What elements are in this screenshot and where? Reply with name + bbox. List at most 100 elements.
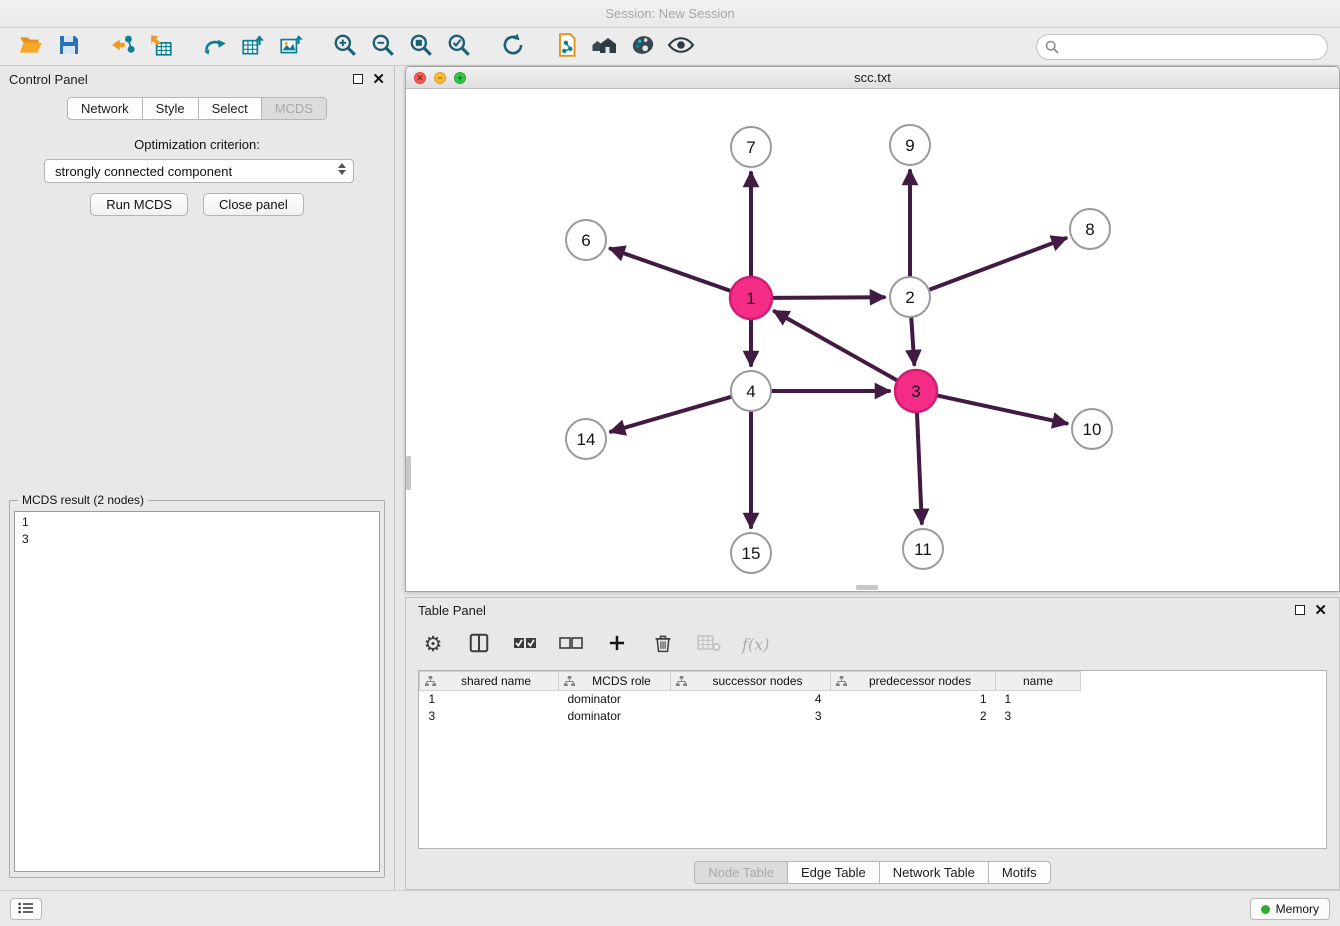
export-table-button[interactable] <box>234 31 272 63</box>
table-cell[interactable]: dominator <box>559 691 671 708</box>
column-header-predecessor-nodes[interactable]: predecessor nodes <box>831 672 996 691</box>
table-cell[interactable]: 2 <box>831 708 996 725</box>
network-canvas[interactable]: 7 9 6 8 1 2 4 3 14 10 15 11 <box>406 89 1339 591</box>
mcds-result-line: 3 <box>22 531 372 548</box>
graph-edge-4-14[interactable] <box>611 397 731 432</box>
close-window-icon[interactable]: ✕ <box>414 72 426 84</box>
svg-text:15: 15 <box>742 544 761 563</box>
svg-text:8: 8 <box>1085 220 1094 239</box>
home-button[interactable] <box>586 31 624 63</box>
graph-node-7[interactable]: 7 <box>731 127 771 167</box>
minimize-window-icon[interactable]: − <box>434 72 446 84</box>
tab-network[interactable]: Network <box>67 97 143 120</box>
import-table-icon <box>148 32 174 61</box>
graph-edge-1-2[interactable] <box>773 297 884 298</box>
horizontal-scrollbar-thumb[interactable] <box>856 585 878 590</box>
refresh-button[interactable] <box>494 31 532 63</box>
close-panel-button[interactable]: Close panel <box>203 193 304 216</box>
tab-style[interactable]: Style <box>143 97 199 120</box>
apply-style-button[interactable] <box>624 31 662 63</box>
graph-edge-1-6[interactable] <box>611 249 731 291</box>
table-cell[interactable]: 3 <box>420 708 559 725</box>
application-window: Session: New Session <box>0 0 1340 926</box>
open-session-button[interactable] <box>12 31 50 63</box>
float-table-panel-icon[interactable] <box>1295 605 1305 615</box>
tab-select[interactable]: Select <box>199 97 262 120</box>
graph-node-4[interactable]: 4 <box>731 371 771 411</box>
graph-node-3[interactable]: 3 <box>895 370 937 412</box>
vertical-scrollbar-thumb[interactable] <box>406 456 411 490</box>
table-cell[interactable]: 1 <box>420 691 559 708</box>
optimization-criterion-label: Optimization criterion: <box>0 137 394 152</box>
table-settings-button[interactable]: ⚙ <box>420 631 446 657</box>
table-cell[interactable]: 4 <box>671 691 831 708</box>
table-row[interactable]: 3dominator323 <box>420 708 1327 725</box>
criterion-dropdown[interactable]: strongly connected component <box>44 159 354 183</box>
toolbar-separator <box>88 46 104 47</box>
mcds-result-group: MCDS result (2 nodes) 13 <box>9 500 385 878</box>
control-panel-header: Control Panel ✕ <box>0 66 394 92</box>
network-view-button[interactable] <box>196 31 234 63</box>
table-row[interactable]: 1dominator411 <box>420 691 1327 708</box>
network-document-button[interactable] <box>548 31 586 63</box>
table-cell[interactable]: dominator <box>559 708 671 725</box>
network-graph[interactable]: 7 9 6 8 1 2 4 3 14 10 15 11 <box>406 89 1339 591</box>
tab-node-table[interactable]: Node Table <box>694 861 788 884</box>
graph-node-15[interactable]: 15 <box>731 533 771 573</box>
close-panel-icon[interactable]: ✕ <box>372 72 385 87</box>
column-header-mcds-role[interactable]: MCDS role <box>559 672 671 691</box>
graph-edge-3-11[interactable] <box>917 413 922 523</box>
export-image-button[interactable] <box>272 31 310 63</box>
table-delete-icon <box>697 633 721 656</box>
table-panel-header: Table Panel ✕ <box>406 598 1339 622</box>
delete-column-button[interactable] <box>650 631 676 657</box>
column-header-successor-nodes[interactable]: successor nodes <box>671 672 831 691</box>
show-panel-list-button[interactable] <box>10 898 42 920</box>
graph-edge-2-3[interactable] <box>911 318 914 364</box>
graph-edge-3-10[interactable] <box>938 396 1067 424</box>
zoom-window-icon[interactable]: + <box>454 72 466 84</box>
close-table-panel-icon[interactable]: ✕ <box>1314 603 1327 618</box>
graph-node-11[interactable]: 11 <box>903 529 943 569</box>
table-cell[interactable]: 1 <box>996 691 1081 708</box>
column-header-shared-name[interactable]: shared name <box>420 672 559 691</box>
search-input[interactable] <box>1036 34 1328 60</box>
tab-motifs[interactable]: Motifs <box>989 861 1051 884</box>
show-columns-button[interactable] <box>466 631 492 657</box>
function-builder-button: f(x) <box>742 631 769 657</box>
criterion-dropdown-value: strongly connected component <box>55 164 232 179</box>
tab-mcds[interactable]: MCDS <box>262 97 327 120</box>
float-panel-icon[interactable] <box>353 74 363 84</box>
table-export-icon <box>240 32 266 61</box>
zoom-fit-button[interactable] <box>402 31 440 63</box>
zoom-selected-button[interactable] <box>440 31 478 63</box>
graph-node-8[interactable]: 8 <box>1070 209 1110 249</box>
import-table-button[interactable] <box>142 31 180 63</box>
show-graphics-button[interactable] <box>662 31 700 63</box>
graph-node-14[interactable]: 14 <box>566 419 606 459</box>
deselect-all-columns-button[interactable] <box>558 631 584 657</box>
run-mcds-button[interactable]: Run MCDS <box>90 193 188 216</box>
import-network-button[interactable] <box>104 31 142 63</box>
graph-node-9[interactable]: 9 <box>890 125 930 165</box>
table-cell[interactable]: 3 <box>671 708 831 725</box>
column-header-name[interactable]: name <box>996 672 1081 691</box>
mcds-result-list[interactable]: 13 <box>14 511 380 872</box>
table-cell[interactable]: 3 <box>996 708 1081 725</box>
zoom-out-button[interactable] <box>364 31 402 63</box>
table-cell[interactable]: 1 <box>831 691 996 708</box>
graph-node-1[interactable]: 1 <box>730 277 772 319</box>
select-all-columns-button[interactable] <box>512 631 538 657</box>
zoom-in-button[interactable] <box>326 31 364 63</box>
graph-node-10[interactable]: 10 <box>1072 409 1112 449</box>
tab-network-table[interactable]: Network Table <box>880 861 989 884</box>
save-session-button[interactable] <box>50 31 88 63</box>
graph-edge-3-1[interactable] <box>775 311 897 380</box>
graph-node-6[interactable]: 6 <box>566 220 606 260</box>
add-column-button[interactable] <box>604 631 630 657</box>
graph-edge-2-8[interactable] <box>930 238 1066 289</box>
graph-node-2[interactable]: 2 <box>890 277 930 317</box>
tab-edge-table[interactable]: Edge Table <box>788 861 880 884</box>
table-header-row: shared name MCDS role successor nodes <box>420 672 1327 691</box>
memory-button[interactable]: Memory <box>1250 898 1330 920</box>
